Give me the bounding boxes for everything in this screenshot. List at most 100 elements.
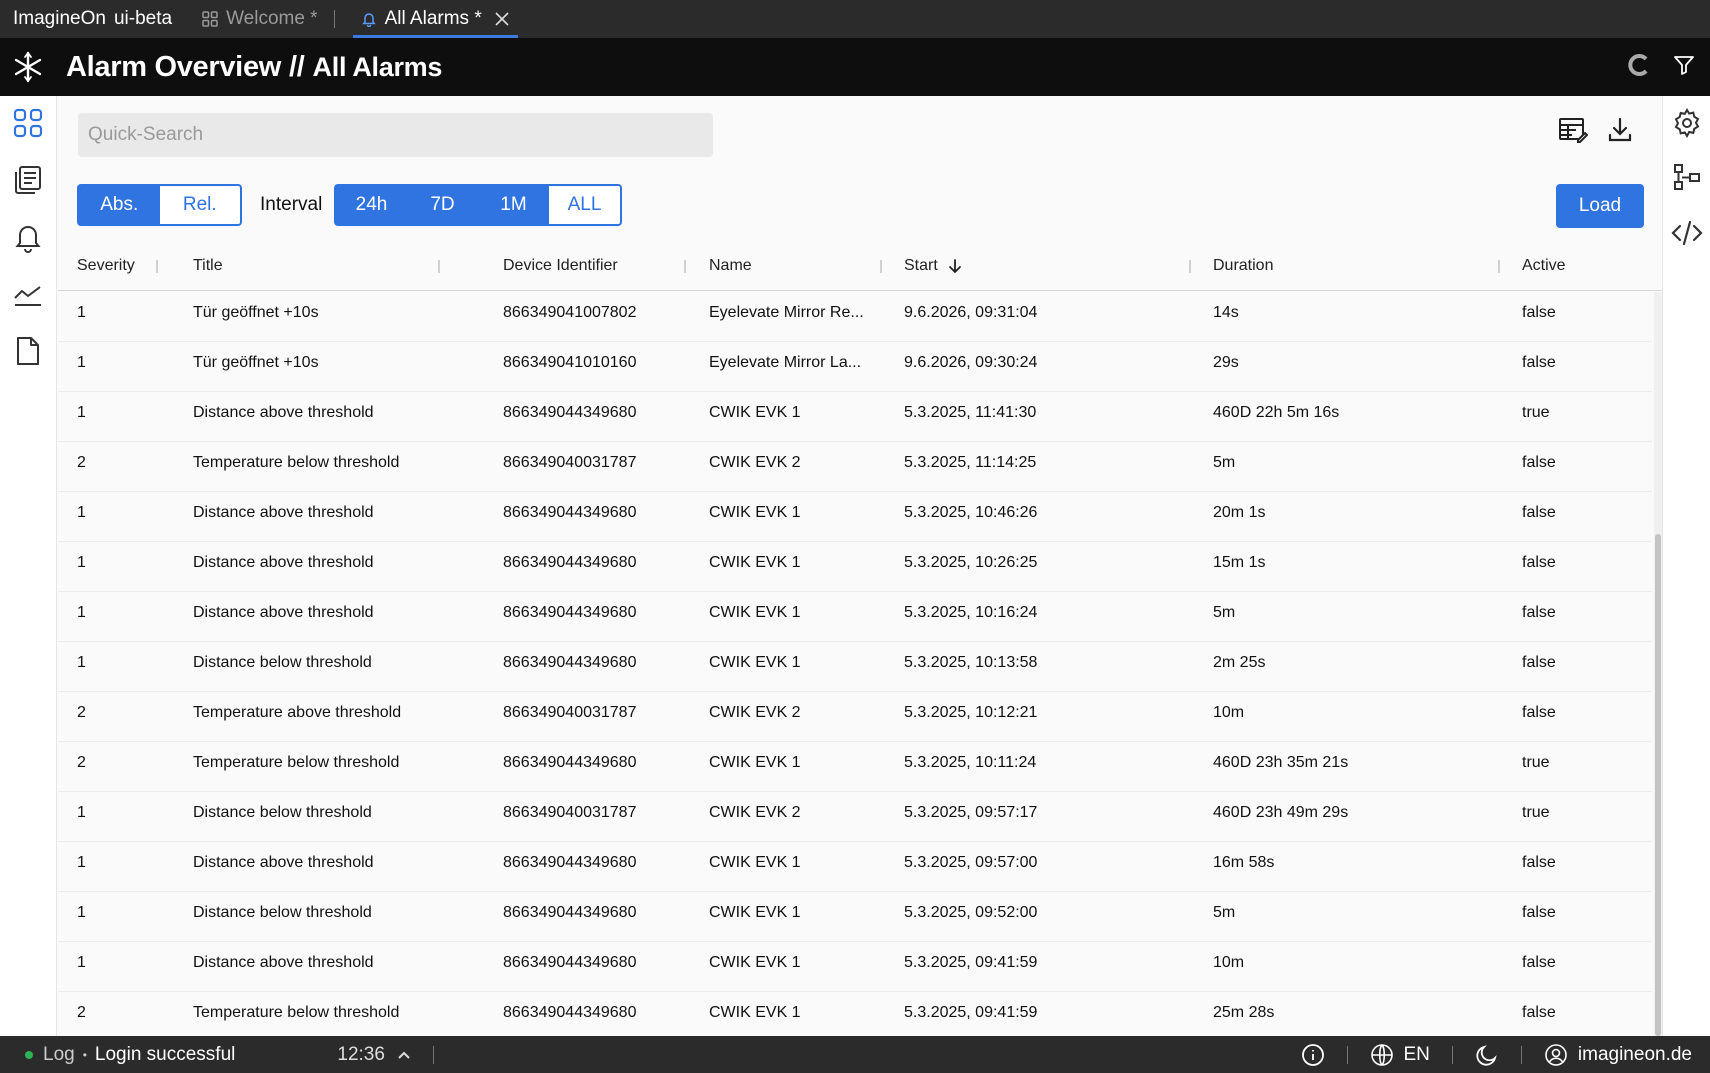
cell-active: false bbox=[1522, 654, 1556, 671]
table-row[interactable]: 1 Distance above threshold 866349044349680… bbox=[58, 392, 1652, 442]
search-input[interactable] bbox=[78, 113, 713, 157]
table-row[interactable]: 2 Temperature below threshold 866349044349… bbox=[58, 992, 1652, 1036]
rel-button[interactable]: Rel. bbox=[159, 186, 240, 224]
column-header-duration[interactable]: Duration bbox=[1213, 257, 1273, 275]
abs-button[interactable]: Abs. bbox=[79, 186, 160, 224]
column-resize-handle[interactable] bbox=[1498, 260, 1500, 273]
cell-name: Eyelevate Mirror Re... bbox=[709, 304, 864, 321]
cell-severity: 1 bbox=[77, 354, 86, 371]
table-settings-icon[interactable] bbox=[1558, 116, 1589, 149]
user-icon bbox=[1544, 1043, 1568, 1067]
code-icon[interactable] bbox=[1670, 216, 1704, 250]
cell-name: Eyelevate Mirror La... bbox=[709, 354, 862, 371]
close-icon[interactable] bbox=[494, 11, 510, 27]
tab-welcome[interactable]: Welcome * bbox=[194, 0, 326, 38]
cell-severity: 1 bbox=[77, 604, 86, 621]
page-title-separator: // bbox=[289, 50, 305, 83]
column-header-start[interactable]: Start bbox=[904, 257, 962, 275]
table-row[interactable]: 1 Distance below threshold 866349044349680… bbox=[58, 642, 1652, 692]
chevron-up-icon[interactable] bbox=[397, 1050, 411, 1060]
cell-name: CWIK EVK 1 bbox=[709, 404, 801, 421]
language-selector[interactable]: EN bbox=[1370, 1043, 1430, 1067]
cell-active: false bbox=[1522, 954, 1556, 971]
table-scrollbar[interactable] bbox=[1654, 292, 1662, 1036]
column-resize-handle[interactable] bbox=[1189, 260, 1191, 273]
dashboard-icon[interactable] bbox=[11, 106, 45, 140]
download-icon[interactable] bbox=[1606, 116, 1634, 149]
cell-severity: 2 bbox=[77, 704, 86, 721]
interval-24h-button[interactable]: 24h bbox=[336, 186, 407, 224]
interval-all-button[interactable]: ALL bbox=[549, 186, 620, 224]
chart-icon[interactable] bbox=[11, 277, 45, 311]
sort-descending-icon[interactable] bbox=[948, 258, 962, 274]
cell-duration: 16m 58s bbox=[1213, 854, 1275, 871]
cell-duration: 460D 22h 5m 16s bbox=[1213, 404, 1340, 421]
logo-icon[interactable] bbox=[0, 50, 56, 84]
cell-severity: 1 bbox=[77, 554, 86, 571]
bell-icon[interactable] bbox=[11, 220, 45, 254]
file-icon[interactable] bbox=[11, 334, 45, 368]
column-header-device[interactable]: Device Identifier bbox=[503, 257, 618, 275]
column-resize-handle[interactable] bbox=[156, 260, 158, 273]
table-row[interactable]: 1 Distance above threshold 866349044349680… bbox=[58, 592, 1652, 642]
user-menu[interactable]: imagineon.de bbox=[1544, 1043, 1692, 1067]
moon-icon[interactable] bbox=[1475, 1043, 1499, 1067]
cell-duration: 460D 23h 35m 21s bbox=[1213, 754, 1349, 771]
table-row[interactable]: 2 Temperature below threshold 866349040031… bbox=[58, 442, 1652, 492]
cell-device-identifier: 866349044349680 bbox=[503, 854, 637, 871]
cell-title: Temperature below threshold bbox=[193, 754, 400, 771]
column-header-title[interactable]: Title bbox=[193, 257, 223, 275]
table-row[interactable]: 1 Distance above threshold 866349044349680… bbox=[58, 542, 1652, 592]
table-row[interactable]: 2 Temperature below threshold 866349044349… bbox=[58, 742, 1652, 792]
tab-divider bbox=[333, 10, 335, 28]
table-row[interactable]: 2 Temperature above threshold 866349040031… bbox=[58, 692, 1652, 742]
cell-start: 5.3.2025, 11:41:30 bbox=[904, 404, 1037, 421]
scrollbar-thumb[interactable] bbox=[1655, 534, 1661, 1036]
info-icon[interactable] bbox=[1301, 1043, 1325, 1067]
gear-icon[interactable] bbox=[1670, 106, 1704, 140]
page-title: Alarm Overview//All Alarms bbox=[66, 51, 442, 84]
table-row[interactable]: 1 Distance below threshold 866349044349680… bbox=[58, 892, 1652, 942]
hierarchy-icon[interactable] bbox=[1670, 161, 1704, 195]
app-name: ImagineOn bbox=[13, 8, 106, 29]
load-button[interactable]: Load bbox=[1556, 184, 1644, 228]
column-resize-handle[interactable] bbox=[684, 260, 686, 273]
table-row[interactable]: 1 Distance above threshold 866349044349680… bbox=[58, 492, 1652, 542]
table-row[interactable]: 1 Distance above threshold 866349044349680… bbox=[58, 942, 1652, 992]
cell-duration: 29s bbox=[1213, 354, 1239, 371]
log-message: Login successful bbox=[94, 1043, 236, 1065]
column-header-severity[interactable]: Severity bbox=[77, 257, 135, 275]
table-row[interactable]: 1 Tür geöffnet +10s 866349041007802 Eyeleva… bbox=[58, 292, 1652, 342]
column-resize-handle[interactable] bbox=[438, 260, 440, 273]
cell-active: false bbox=[1522, 554, 1556, 571]
table-row[interactable]: 1 Distance above threshold 866349044349680… bbox=[58, 842, 1652, 892]
cell-device-identifier: 866349044349680 bbox=[503, 654, 637, 671]
cell-severity: 1 bbox=[77, 504, 86, 521]
cell-severity: 1 bbox=[77, 304, 86, 321]
cell-title: Temperature below threshold bbox=[193, 1004, 400, 1021]
cell-duration: 5m bbox=[1213, 604, 1236, 621]
table-row[interactable]: 1 Tür geöffnet +10s 866349041010160 Eyeleva… bbox=[58, 342, 1652, 392]
cell-duration: 10m bbox=[1213, 954, 1245, 971]
globe-icon bbox=[1370, 1043, 1394, 1067]
cell-start: 9.6.2026, 09:30:24 bbox=[904, 354, 1038, 371]
right-sidebar bbox=[1662, 96, 1710, 1036]
table-row[interactable]: 1 Distance below threshold 866349040031787… bbox=[58, 792, 1652, 842]
column-resize-handle[interactable] bbox=[880, 260, 882, 273]
tab-all-alarms[interactable]: All Alarms * bbox=[352, 0, 518, 38]
tab-bar: ImagineOn ui-beta Welcome * All Alarms * bbox=[0, 0, 1710, 38]
interval-7d-button[interactable]: 7D bbox=[407, 186, 478, 224]
column-header-name[interactable]: Name bbox=[709, 257, 752, 275]
app-title: ImagineOn ui-beta bbox=[0, 8, 180, 30]
interval-1m-button[interactable]: 1M bbox=[478, 186, 549, 224]
column-header-active[interactable]: Active bbox=[1522, 257, 1566, 275]
cell-name: CWIK EVK 2 bbox=[709, 704, 801, 721]
filter-icon[interactable] bbox=[1672, 53, 1696, 82]
log-link[interactable]: Log bbox=[43, 1044, 75, 1066]
documents-icon[interactable] bbox=[11, 163, 45, 197]
cell-name: CWIK EVK 1 bbox=[709, 604, 801, 621]
cell-name: CWIK EVK 1 bbox=[709, 754, 801, 771]
cell-device-identifier: 866349040031787 bbox=[503, 454, 637, 471]
cell-title: Distance above threshold bbox=[193, 554, 374, 571]
interval-selector: 24h 7D 1M ALL bbox=[334, 184, 622, 226]
